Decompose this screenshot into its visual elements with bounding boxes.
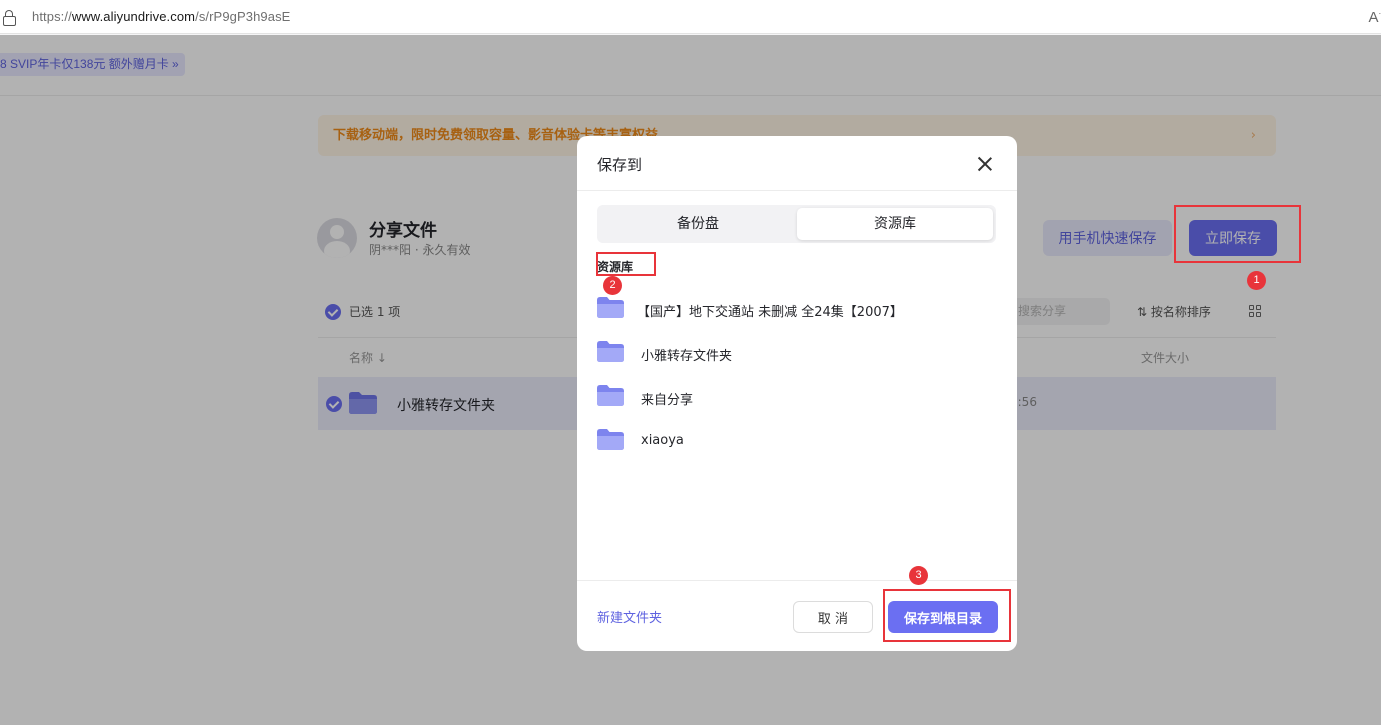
folder-name: 小雅转存文件夹 xyxy=(641,349,733,364)
annotation-box-3 xyxy=(883,589,1011,642)
folder-name: 来自分享 xyxy=(641,393,694,408)
browser-address-bar: https://www.aliyundrive.com/s/rP9gP3h9as… xyxy=(0,0,1381,34)
lock-icon xyxy=(3,9,16,26)
tab-resource-library[interactable]: 资源库 xyxy=(797,208,993,240)
folder-name: 【国产】地下交通站 未删减 全24集【2007】 xyxy=(637,305,903,320)
folder-icon xyxy=(597,297,624,318)
folder-icon xyxy=(597,341,624,362)
folder-list-item[interactable]: 【国产】地下交通站 未删减 全24集【2007】 xyxy=(597,288,997,332)
read-aloud-icon[interactable]: A∙ xyxy=(1368,8,1381,26)
dialog-header-divider xyxy=(577,190,1017,191)
tab-backup-drive[interactable]: 备份盘 xyxy=(600,208,796,240)
folder-icon xyxy=(597,429,624,450)
new-folder-link[interactable]: 新建文件夹 xyxy=(597,607,662,626)
folder-icon xyxy=(597,385,624,406)
folder-name: xiaoya xyxy=(641,433,684,448)
close-icon[interactable] xyxy=(975,154,995,174)
annotation-box-1 xyxy=(1174,205,1301,263)
url-field[interactable]: https://www.aliyundrive.com/s/rP9gP3h9as… xyxy=(32,9,290,24)
folder-list-item[interactable]: xiaoya xyxy=(597,420,997,464)
folder-list-item[interactable]: 来自分享 xyxy=(597,376,997,420)
annotation-box-2 xyxy=(596,252,656,276)
drive-tabs: 备份盘 资源库 xyxy=(597,205,996,243)
cancel-button[interactable]: 取 消 xyxy=(793,601,873,633)
folder-list-item[interactable]: 小雅转存文件夹 xyxy=(597,332,997,376)
annotation-badge-2: 2 xyxy=(603,276,622,295)
dialog-footer-divider xyxy=(577,580,1017,581)
save-to-dialog: 保存到 备份盘 资源库 资源库 【国产】地下交通站 未删减 全24集【2007】… xyxy=(577,136,1017,651)
dialog-title: 保存到 xyxy=(597,156,643,174)
annotation-badge-3: 3 xyxy=(909,566,928,585)
annotation-badge-1: 1 xyxy=(1247,271,1266,290)
